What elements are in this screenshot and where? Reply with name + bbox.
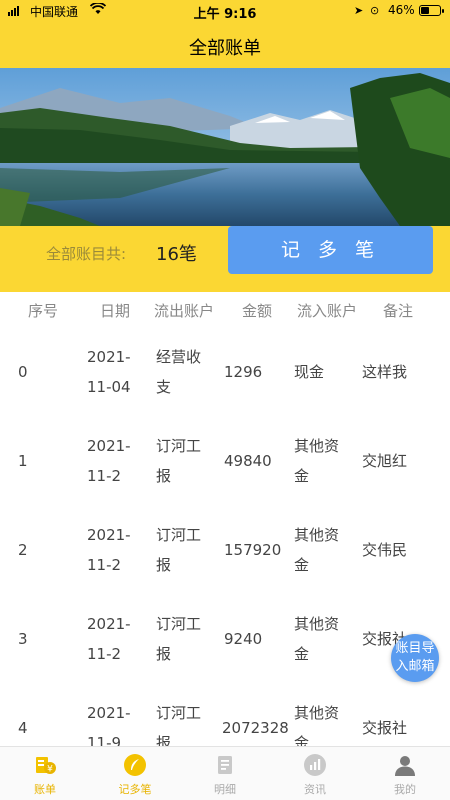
export-label-line2: 入邮箱 bbox=[395, 659, 435, 674]
cell-outflow-line1: 订河工 bbox=[156, 437, 202, 455]
cell-date-year: 2021- bbox=[87, 348, 131, 366]
cell-date-day: 11-9 bbox=[87, 734, 122, 746]
tab-profile-label: 我的 bbox=[394, 783, 416, 796]
tab-bills-label: 账单 bbox=[34, 783, 56, 796]
banner-image bbox=[0, 68, 450, 226]
cell-note: 交伟民 bbox=[362, 541, 408, 559]
cell-outflow-line1: 订河工 bbox=[156, 615, 202, 633]
document-icon bbox=[218, 756, 232, 774]
cell-note: 交旭红 bbox=[362, 452, 408, 470]
tab-news-label: 资讯 bbox=[304, 783, 326, 796]
header-outflow-account: 流出账户 bbox=[154, 302, 215, 320]
cell-index: 3 bbox=[18, 630, 28, 648]
tab-record-multiple-label: 记多笔 bbox=[118, 783, 152, 796]
summary-bar: 全部账目共: 16笔 记 多 笔 bbox=[0, 226, 450, 292]
cell-inflow-line1: 其他资 bbox=[294, 526, 340, 544]
table-header: 序号 日期 流出账户 金额 流入账户 备注 bbox=[0, 292, 450, 326]
table-row[interactable]: 0 2021- 11-04 经营收 支 1296 现金 这样我 bbox=[0, 326, 450, 415]
feather-pen-icon bbox=[124, 754, 146, 776]
cell-outflow-line1: 经营收 bbox=[156, 348, 202, 366]
tab-profile[interactable]: 我的 bbox=[360, 747, 450, 800]
tab-news[interactable]: 资讯 bbox=[270, 747, 360, 800]
export-to-email-button[interactable]: 账目导 入邮箱 bbox=[391, 634, 439, 682]
cell-outflow-line2: 报 bbox=[156, 645, 172, 663]
chart-icon bbox=[304, 754, 326, 776]
cell-inflow-line2: 金 bbox=[294, 645, 310, 663]
cell-amount: 49840 bbox=[224, 452, 272, 470]
cell-index: 1 bbox=[18, 452, 28, 470]
header-inflow-account: 流入账户 bbox=[297, 302, 358, 320]
cell-date-day: 11-04 bbox=[87, 378, 131, 396]
cell-index: 4 bbox=[18, 719, 28, 737]
tab-details[interactable]: 明细 bbox=[180, 747, 270, 800]
tab-record-multiple[interactable]: 记多笔 bbox=[90, 747, 180, 800]
battery-icon bbox=[419, 5, 444, 16]
tab-bar: ¥ 账单 记多笔 明细 资讯 我的 bbox=[0, 746, 450, 800]
cell-amount: 157920 bbox=[224, 541, 282, 559]
table-row[interactable]: 3 2021- 11-2 订河工 报 9240 其他资 金 交报社 bbox=[0, 593, 450, 682]
cell-inflow-line1: 其他资 bbox=[294, 615, 340, 633]
cell-date-year: 2021- bbox=[87, 615, 131, 633]
cell-date-day: 11-2 bbox=[87, 467, 122, 485]
tab-details-label: 明细 bbox=[214, 783, 236, 796]
cell-date-day: 11-2 bbox=[87, 556, 122, 574]
battery-percent: 46% bbox=[388, 3, 415, 17]
cell-outflow-line2: 报 bbox=[156, 734, 172, 746]
bill-icon: ¥ bbox=[36, 757, 56, 775]
cell-inflow-line1: 其他资 bbox=[294, 437, 340, 455]
cell-amount: 9240 bbox=[224, 630, 263, 648]
cell-index: 0 bbox=[18, 363, 28, 381]
cell-outflow-line2: 报 bbox=[156, 556, 172, 574]
cell-outflow-line2: 报 bbox=[156, 467, 172, 485]
table-row[interactable]: 2 2021- 11-2 订河工 报 157920 其他资 金 交伟民 bbox=[0, 504, 450, 593]
clock: 上午 9:16 bbox=[193, 7, 257, 22]
svg-text:¥: ¥ bbox=[47, 765, 53, 775]
header-amount: 金额 bbox=[242, 302, 273, 320]
cell-amount: 1296 bbox=[224, 363, 263, 381]
cell-amount: 2072328 bbox=[222, 719, 289, 737]
cell-outflow-line2: 支 bbox=[156, 378, 172, 396]
cell-note: 交报社 bbox=[362, 719, 408, 737]
cell-date-day: 11-2 bbox=[87, 645, 122, 663]
user-icon bbox=[395, 756, 415, 776]
header-index: 序号 bbox=[28, 302, 59, 320]
cell-inflow-line2: 金 bbox=[294, 467, 310, 485]
cell-index: 2 bbox=[18, 541, 28, 559]
cell-date-year: 2021- bbox=[87, 437, 131, 455]
table-row[interactable]: 1 2021- 11-2 订河工 报 49840 其他资 金 交旭红 bbox=[0, 415, 450, 504]
cell-outflow-line1: 订河工 bbox=[156, 526, 202, 544]
export-label-line1: 账目导 bbox=[395, 641, 435, 656]
location-icon: ➤ bbox=[354, 4, 364, 17]
cell-date-year: 2021- bbox=[87, 526, 131, 544]
cell-note: 这样我 bbox=[362, 363, 408, 381]
total-label: 全部账目共: bbox=[46, 245, 127, 263]
cell-inflow-line2: 金 bbox=[294, 734, 310, 746]
cell-inflow-line2: 金 bbox=[294, 556, 310, 574]
status-bar: 中国联通 上午 9:16 ➤ ⊙ 46% bbox=[0, 0, 450, 22]
table-row[interactable]: 4 2021- 11-9 订河工 报 2072328 其他资 金 交报社 bbox=[0, 682, 450, 746]
bill-table: 0 2021- 11-04 经营收 支 1296 现金 这样我 1 2021- … bbox=[0, 326, 450, 746]
tab-bills[interactable]: ¥ 账单 bbox=[0, 747, 90, 800]
orientation-lock-icon: ⊙ bbox=[370, 4, 380, 17]
cell-inflow-line1: 现金 bbox=[294, 363, 325, 381]
record-multiple-button[interactable]: 记 多 笔 bbox=[228, 226, 433, 274]
header-date: 日期 bbox=[100, 302, 131, 320]
cell-outflow-line1: 订河工 bbox=[156, 704, 202, 722]
cell-inflow-line1: 其他资 bbox=[294, 704, 340, 722]
nav-bar: 全部账单 bbox=[0, 22, 450, 68]
total-count: 16笔 bbox=[156, 244, 197, 265]
header-note: 备注 bbox=[383, 302, 414, 320]
cell-date-year: 2021- bbox=[87, 704, 131, 722]
page-title: 全部账单 bbox=[189, 38, 261, 59]
